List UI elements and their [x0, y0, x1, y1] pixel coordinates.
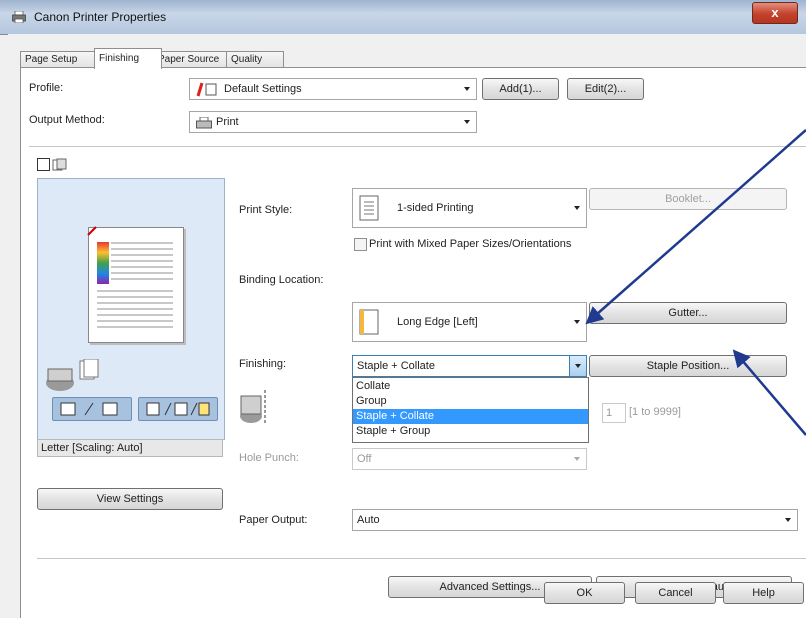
duplex-layout-button[interactable] [52, 397, 132, 421]
profile-icon [196, 82, 217, 97]
copies-value: 1 [606, 407, 613, 419]
print-preview [37, 178, 225, 440]
finishing-label: Finishing: [239, 358, 287, 370]
print-style-value: 1-sided Printing [397, 202, 474, 214]
mixed-sizes-label: Print with Mixed Paper Sizes/Orientation… [369, 238, 572, 250]
page-thumbnail [87, 226, 184, 343]
cancel-button[interactable]: Cancel [635, 582, 716, 604]
preview-mode-icon[interactable] [37, 158, 71, 172]
copies-range: [1 to 9999] [629, 406, 681, 418]
mixed-sizes-checkbox[interactable] [354, 238, 367, 251]
printer-icon [12, 11, 26, 23]
paper-output-select[interactable]: Auto [352, 509, 798, 531]
separator [29, 146, 806, 147]
text-line-graphic [97, 326, 173, 328]
text-line-graphic [111, 266, 173, 268]
finishing-option-staple-group[interactable]: Staple + Group [353, 424, 588, 439]
text-line-graphic [111, 272, 173, 274]
tab-paper-source[interactable]: Paper Source [153, 51, 235, 68]
output-method-value: Print [216, 116, 239, 128]
profile-edit-button[interactable]: Edit(2)... [567, 78, 644, 100]
multi-page-layout-button[interactable] [138, 397, 218, 421]
view-settings-button[interactable]: View Settings [37, 488, 223, 510]
close-button[interactable]: x [752, 2, 798, 24]
output-method-label: Output Method: [29, 114, 105, 126]
binding-location-value: Long Edge [Left] [397, 316, 478, 328]
window-title: Canon Printer Properties [34, 10, 167, 24]
binding-location-select[interactable]: Long Edge [Left] [352, 302, 587, 342]
gutter-button[interactable]: Gutter... [589, 302, 787, 324]
finishing-select[interactable]: Staple + Collate [352, 355, 587, 377]
dialog-client-area: Page Setup Finishing Paper Source Qualit… [8, 34, 806, 618]
close-icon: x [771, 5, 779, 20]
binding-location-label: Binding Location: [239, 274, 324, 286]
print-style-label: Print Style: [239, 204, 293, 216]
profile-value: Default Settings [224, 83, 302, 95]
chevron-down-icon [574, 457, 580, 461]
chevron-down-icon [575, 364, 581, 368]
paper-output-value: Auto [357, 514, 380, 526]
profile-add-button[interactable]: Add(1)... [482, 78, 559, 100]
profile-label: Profile: [29, 82, 64, 94]
finishing-option-group[interactable]: Group [353, 394, 588, 409]
staple-position-button[interactable]: Staple Position... [589, 355, 787, 377]
chevron-down-icon [574, 206, 580, 210]
text-line-graphic [111, 254, 173, 256]
chevron-down-icon [785, 518, 791, 522]
printer-properties-window: Canon Printer Properties x Page Setup Fi… [0, 0, 806, 618]
pages-layout-icon [146, 402, 210, 416]
tab-quality[interactable]: Quality [226, 51, 284, 68]
title-bar[interactable]: Canon Printer Properties x [0, 0, 806, 35]
finishing-option-collate[interactable]: Collate [353, 379, 588, 394]
text-line-graphic [97, 302, 173, 304]
chevron-down-icon [464, 87, 470, 91]
hole-punch-value: Off [357, 453, 372, 465]
tab-finishing[interactable]: Finishing [94, 48, 162, 69]
finishing-value: Staple + Collate [357, 360, 435, 372]
text-line-graphic [97, 296, 173, 298]
stapled-stack-icon [240, 390, 266, 424]
chevron-down-icon [574, 320, 580, 324]
long-edge-left-icon [359, 309, 379, 335]
text-line-graphic [111, 260, 173, 262]
text-line-graphic [97, 308, 173, 310]
finishing-dropdown-button[interactable] [569, 356, 586, 376]
text-line-graphic [111, 242, 173, 244]
text-line-graphic [111, 248, 173, 250]
booklet-button[interactable]: Booklet... [589, 188, 787, 210]
finishing-dropdown-list: Collate Group Staple + Collate Staple + … [352, 377, 589, 443]
staple-mark-icon [87, 226, 97, 236]
finishing-panel: Profile: Default Settings Add(1)... Edit… [20, 67, 806, 618]
separator [37, 558, 806, 559]
printer-stack-icon [46, 359, 99, 391]
output-method-select[interactable]: Print [189, 111, 477, 133]
one-sided-page-icon [359, 195, 379, 221]
color-bar-graphic [97, 242, 109, 284]
paper-output-label: Paper Output: [239, 514, 308, 526]
ok-button[interactable]: OK [544, 582, 625, 604]
paper-size-caption: Letter [Scaling: Auto] [41, 442, 143, 454]
hole-punch-label: Hole Punch: [239, 452, 299, 464]
text-line-graphic [111, 278, 173, 280]
print-style-select[interactable]: 1-sided Printing [352, 188, 587, 228]
profile-select[interactable]: Default Settings [189, 78, 477, 100]
hole-punch-select[interactable]: Off [352, 448, 587, 470]
layout-buttons [52, 397, 218, 421]
page-flip-icon [60, 402, 118, 416]
text-line-graphic [97, 290, 173, 292]
text-line-graphic [97, 320, 173, 322]
help-button[interactable]: Help [723, 582, 804, 604]
preview-caption-bar: Letter [Scaling: Auto] [37, 439, 223, 457]
copies-stepper[interactable]: 1 [602, 403, 626, 423]
tab-page-setup[interactable]: Page Setup [20, 51, 96, 68]
chevron-down-icon [464, 120, 470, 124]
text-line-graphic [97, 314, 173, 316]
print-icon [196, 117, 212, 129]
finishing-option-staple-collate[interactable]: Staple + Collate [353, 409, 588, 424]
